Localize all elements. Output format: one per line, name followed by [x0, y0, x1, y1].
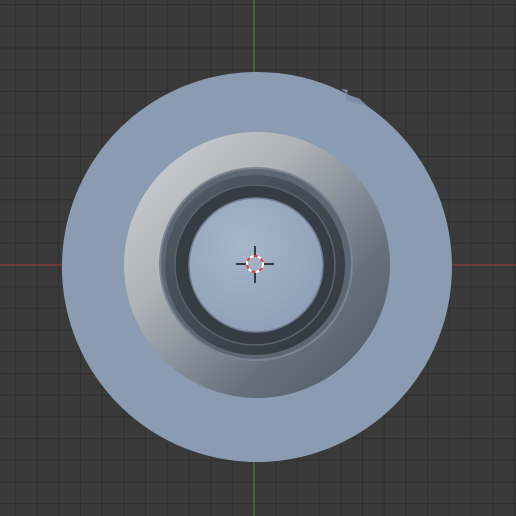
3d-cursor-crosshair	[236, 246, 274, 283]
3d-viewport[interactable]	[0, 0, 516, 516]
3d-cursor-icon[interactable]	[0, 0, 516, 516]
